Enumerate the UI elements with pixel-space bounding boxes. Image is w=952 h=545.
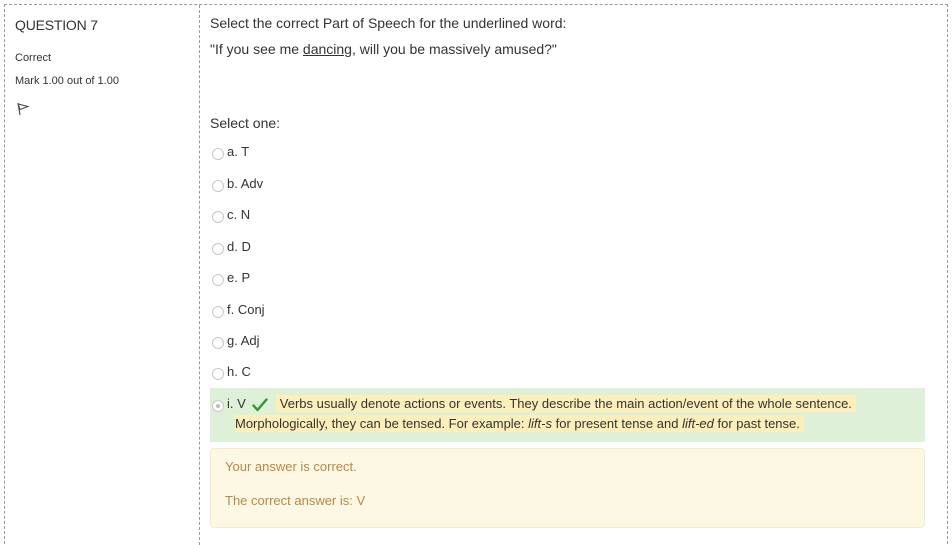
option-label-c: c. N [227,206,251,222]
correct-answer-row: i. V Verbs usually denote actions or eve… [210,388,925,442]
answer-option-a[interactable]: a. T [212,141,249,161]
radio-a[interactable] [212,148,224,160]
option-label-g: g. Adj [227,332,260,348]
feedback-text-c: for present tense and [551,416,683,431]
radio-h[interactable] [212,368,224,380]
option-label-e: e. P [227,269,251,285]
feedback-text-a: Morphologically, they can be tensed. For… [235,416,529,431]
feedback-example-present: lift-s [528,416,552,431]
question-state: Correct [15,52,52,64]
checkmark-icon [252,398,268,412]
question-info-panel: QUESTION 7 Correct Mark 1.00 out of 1.00 [4,5,200,545]
question-prompt: Select the correct Part of Speech for th… [210,15,567,31]
radio-e[interactable] [212,274,224,286]
underlined-word: dancing [302,41,352,57]
answer-option-e[interactable]: e. P [212,267,250,287]
radio-b[interactable] [212,180,224,192]
question-grade: Mark 1.00 out of 1.00 [15,75,119,87]
radio-f[interactable] [212,306,224,318]
answer-option-d[interactable]: d. D [212,236,251,256]
radio-c[interactable] [212,211,224,223]
answer-option-f[interactable]: f. Conj [212,299,265,319]
specific-feedback-line2: Morphologically, they can be tensed. For… [235,415,804,432]
general-feedback: Your answer is correct. [225,459,357,474]
outcome-panel: Your answer is correct. The correct answ… [210,448,925,528]
sentence-before: "If you see me [210,41,303,57]
answer-option-i[interactable]: i. V Verbs usually denote actions or eve… [212,393,856,413]
option-label-h: h. C [227,363,251,379]
option-label-d: d. D [227,238,251,254]
answer-option-g[interactable]: g. Adj [212,330,260,350]
radio-d[interactable] [212,243,224,255]
feedback-text-e: for past tense. [713,416,800,431]
answer-option-b[interactable]: b. Adv [212,173,263,193]
option-label-b: b. Adv [227,175,264,191]
right-answer: The correct answer is: V [225,493,366,508]
specific-feedback-line1: Verbs usually denote actions or events. … [275,394,856,412]
radio-i-selected[interactable] [212,400,224,412]
answer-option-c[interactable]: c. N [212,204,250,224]
flag-icon[interactable] [16,102,30,116]
select-one-label: Select one: [210,115,281,131]
radio-g[interactable] [212,337,224,349]
question-sentence: "If you see me dancing, will you be mass… [210,41,557,57]
option-label-a: a. T [227,143,250,159]
option-label-i: i. V [227,395,246,411]
answer-option-h[interactable]: h. C [212,361,251,381]
option-label-f: f. Conj [227,301,265,317]
question-number: QUESTION 7 [15,17,98,33]
feedback-example-past: lift-ed [682,416,714,431]
sentence-after: , will you be massively amused?" [351,41,557,57]
